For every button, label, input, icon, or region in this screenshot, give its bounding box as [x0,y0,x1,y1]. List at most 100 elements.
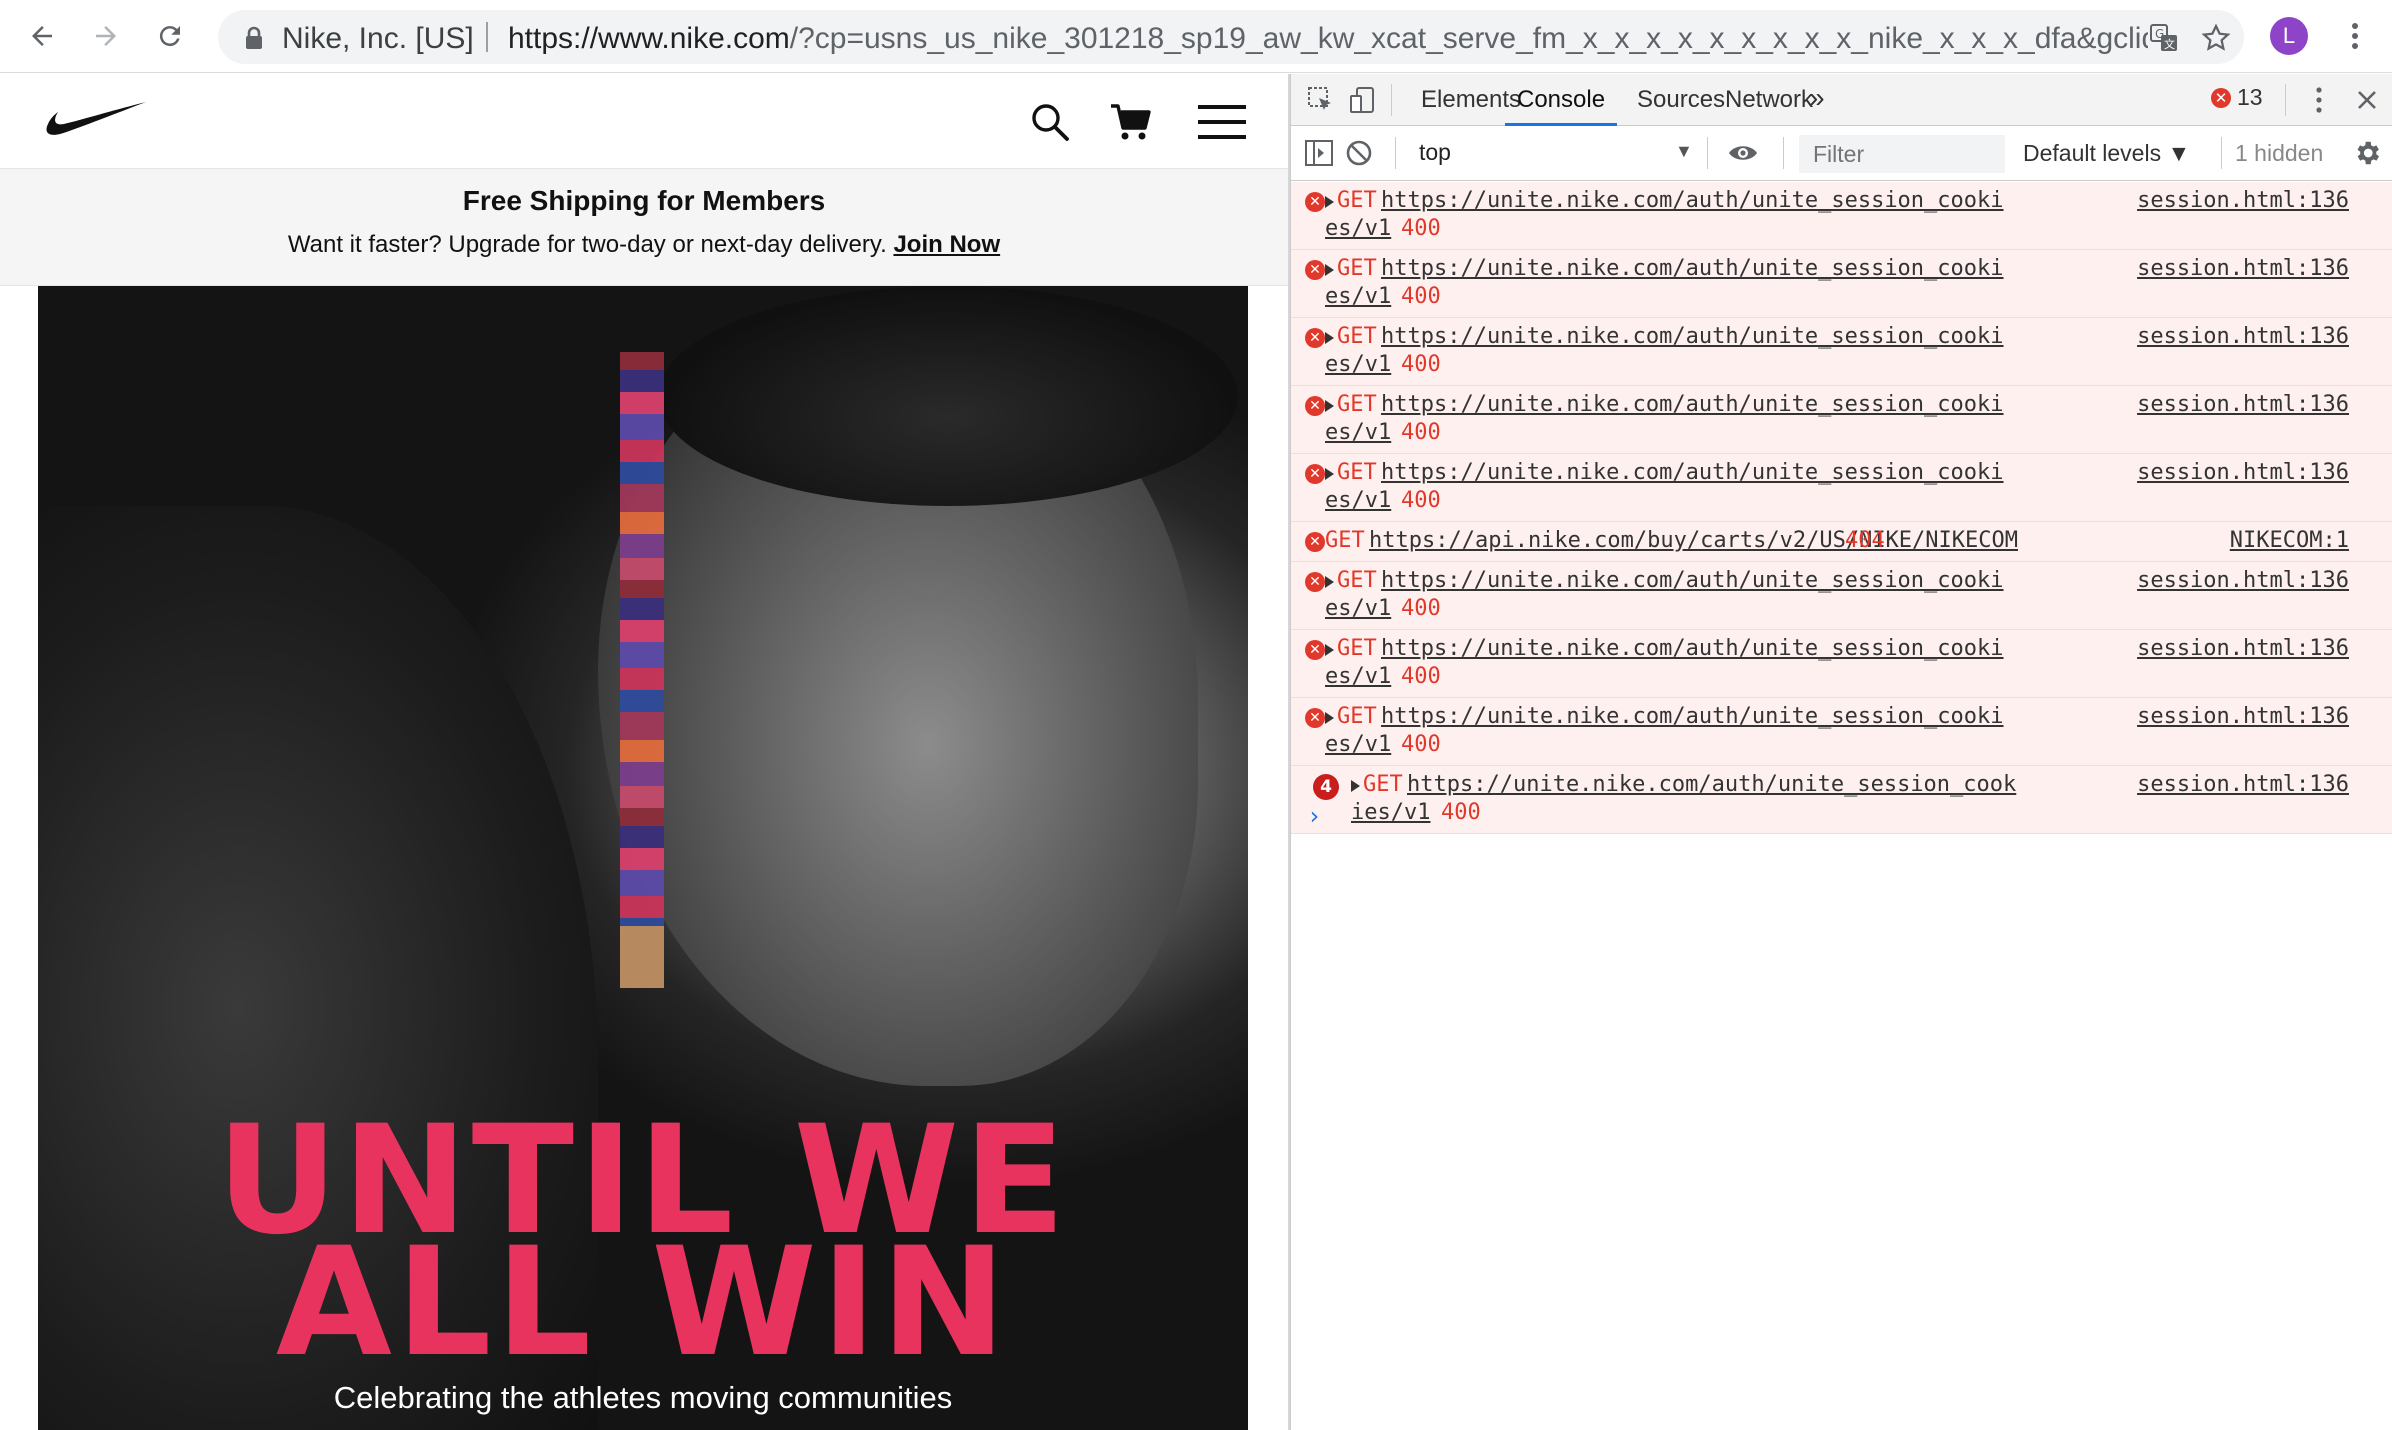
nike-swoosh-logo[interactable] [44,100,148,145]
expand-triangle-icon[interactable] [1325,468,1334,480]
reload-icon[interactable] [148,14,192,58]
sidebar-toggle-icon[interactable] [1301,135,1337,171]
log-levels-dropdown[interactable]: Default levels ▼ [2023,140,2190,167]
request-url-wrap[interactable]: es/v1 [1325,284,1391,309]
request-url-wrap[interactable]: es/v1 [1325,352,1391,377]
tabbar-divider [1391,84,1392,116]
translate-icon[interactable]: G文 [2144,18,2184,58]
status-code: 404 [1845,528,1885,553]
inspect-element-icon[interactable] [1303,82,1339,118]
expand-triangle-icon[interactable] [1351,780,1360,792]
hamburger-menu-icon[interactable] [1196,98,1248,146]
console-error-row[interactable]: ✕ GET https://unite.nike.com/auth/unite_… [1291,698,2392,766]
hero-banner[interactable]: UNTIL WE ALL WIN Celebrating the athlete… [38,286,1248,1430]
address-bar[interactable]: Nike, Inc. [US] https://www.nike.com/?cp… [218,10,2244,64]
request-url[interactable]: https://unite.nike.com/auth/unite_sessio… [1381,636,2004,661]
site-identity: Nike, Inc. [US] [282,22,474,55]
expand-triangle-icon[interactable] [1325,264,1334,276]
error-icon: ✕ [1305,260,1325,280]
forward-icon[interactable] [84,14,128,58]
console-error-row[interactable]: ✕ GET https://unite.nike.com/auth/unite_… [1291,562,2392,630]
device-toolbar-icon[interactable] [1345,82,1381,118]
request-url[interactable]: https://unite.nike.com/auth/unite_sessio… [1381,188,2004,213]
console-error-row[interactable]: ✕ GET https://unite.nike.com/auth/unite_… [1291,386,2392,454]
request-url-wrap[interactable]: es/v1 [1325,488,1391,513]
console-error-row-grouped[interactable]: 4 GET https://unite.nike.com/auth/unite_… [1291,766,2392,834]
status-code: 400 [1401,216,1441,241]
request-url-wrap[interactable]: es/v1 [1325,664,1391,689]
source-link[interactable]: session.html:136 [2137,704,2349,729]
request-method: GET [1363,772,1403,797]
promo-subtitle: Want it faster? Upgrade for two-day or n… [0,231,1288,259]
source-link[interactable]: session.html:136 [2137,392,2349,417]
console-error-row[interactable]: ✕ GET https://unite.nike.com/auth/unite_… [1291,182,2392,250]
source-link[interactable]: session.html:136 [2137,256,2349,281]
expand-triangle-icon[interactable] [1325,712,1334,724]
console-error-row[interactable]: ✕ GET https://unite.nike.com/auth/unite_… [1291,630,2392,698]
error-counter[interactable]: ✕ 13 [2211,84,2263,111]
console-prompt[interactable]: › [1307,802,1321,830]
request-url-wrap[interactable]: ies/v1 [1351,800,1430,825]
request-method: GET [1325,528,1365,553]
clear-console-icon[interactable] [1341,135,1377,171]
request-url-wrap[interactable]: es/v1 [1325,216,1391,241]
source-link[interactable]: session.html:136 [2137,772,2349,797]
browser-toolbar: Nike, Inc. [US] https://www.nike.com/?cp… [0,0,2392,73]
source-link[interactable]: session.html:136 [2137,636,2349,661]
console-filter-input[interactable] [1799,135,2005,173]
request-url[interactable]: https://unite.nike.com/auth/unite_sessio… [1381,704,2004,729]
console-error-row[interactable]: ✕ GET https://unite.nike.com/auth/unite_… [1291,454,2392,522]
expand-triangle-icon[interactable] [1325,576,1334,588]
page-viewport: Free Shipping for Members Want it faster… [0,74,1288,1430]
request-url[interactable]: https://unite.nike.com/auth/unite_sessio… [1381,324,2004,349]
url-text[interactable]: https://www.nike.com/?cp=usns_us_nike_30… [508,22,2148,56]
console-toolbar: top ▼ Default levels ▼ 1 hidden [1291,127,2392,181]
chevron-down-icon[interactable]: ▼ [1675,141,1693,162]
request-url[interactable]: https://unite.nike.com/auth/unite_sessio… [1381,392,2004,417]
expand-triangle-icon[interactable] [1325,332,1334,344]
request-url[interactable]: https://unite.nike.com/auth/unite_sessio… [1381,568,2004,593]
source-link[interactable]: session.html:136 [2137,188,2349,213]
request-url[interactable]: https://api.nike.com/buy/carts/v2/US/NIK… [1369,528,2018,553]
request-method: GET [1337,704,1377,729]
source-link[interactable]: NIKECOM:1 [2230,528,2349,553]
back-icon[interactable] [20,14,64,58]
console-error-row[interactable]: ✕ GET https://unite.nike.com/auth/unite_… [1291,318,2392,386]
source-link[interactable]: session.html:136 [2137,324,2349,349]
error-icon: ✕ [1305,328,1325,348]
request-url-wrap[interactable]: es/v1 [1325,420,1391,445]
more-tabs-icon[interactable]: » [1809,82,1825,114]
profile-avatar[interactable]: L [2270,17,2308,55]
expand-triangle-icon[interactable] [1325,400,1334,412]
request-url-wrap[interactable]: es/v1 [1325,732,1391,757]
join-now-link[interactable]: Join Now [893,231,1000,258]
request-url[interactable]: https://unite.nike.com/auth/unite_sessio… [1381,460,2004,485]
tab-sources[interactable]: Sources [1637,86,1725,114]
source-link[interactable]: session.html:136 [2137,568,2349,593]
lock-icon[interactable] [244,26,264,55]
hero-headline-line2: ALL WIN [275,1216,1011,1390]
star-icon[interactable] [2196,18,2236,58]
request-url-wrap[interactable]: es/v1 [1325,596,1391,621]
eye-icon[interactable] [1725,135,1761,171]
search-icon[interactable] [1026,98,1074,146]
kebab-menu-icon[interactable] [2340,14,2370,58]
source-link[interactable]: session.html:136 [2137,460,2349,485]
console-error-row[interactable]: ✕ GET https://api.nike.com/buy/carts/v2/… [1291,522,2392,562]
omnibox-divider [486,22,488,52]
cart-icon[interactable] [1106,98,1154,146]
console-settings-gear-icon[interactable] [2349,135,2385,171]
request-url[interactable]: https://unite.nike.com/auth/unite_sessio… [1407,772,2016,797]
expand-triangle-icon[interactable] [1325,644,1334,656]
tab-elements[interactable]: Elements [1421,86,1521,114]
request-url[interactable]: https://unite.nike.com/auth/unite_sessio… [1381,256,2004,281]
context-select[interactable]: top [1419,139,1451,166]
error-x-icon: ✕ [2211,87,2231,108]
tab-network[interactable]: Network [1725,86,1813,114]
close-devtools-icon[interactable] [2349,82,2385,118]
request-method: GET [1337,324,1377,349]
tab-console[interactable]: Console [1517,86,1605,114]
devtools-menu-icon[interactable] [2301,82,2337,118]
expand-triangle-icon[interactable] [1325,196,1334,208]
console-error-row[interactable]: ✕ GET https://unite.nike.com/auth/unite_… [1291,250,2392,318]
